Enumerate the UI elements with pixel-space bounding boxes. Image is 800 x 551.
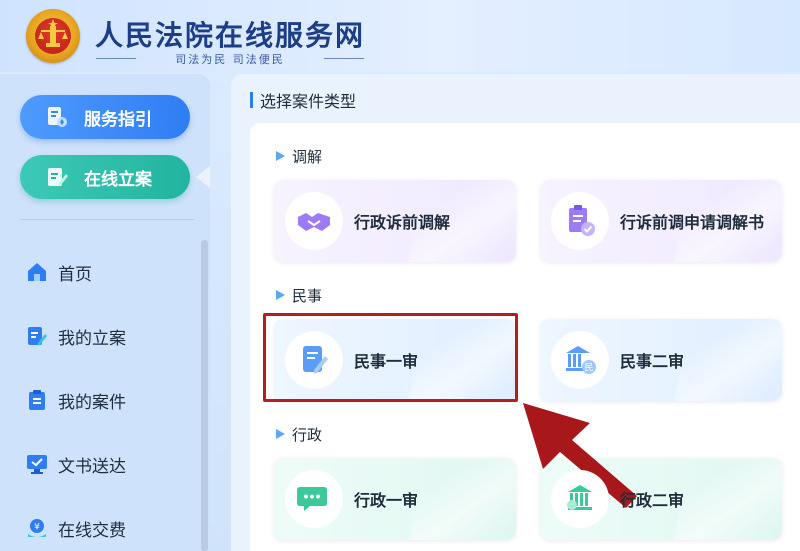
- service-guide-label: 服务指引: [84, 109, 152, 130]
- group-label-text: 调解: [292, 147, 323, 166]
- active-menu-pointer: [196, 166, 210, 188]
- service-guide-button[interactable]: 服务指引: [20, 95, 190, 139]
- clipboard-icon: [26, 389, 48, 411]
- document-check-icon: [551, 192, 609, 250]
- sidebar-item-label: 文书送达: [58, 456, 126, 477]
- page-title: 选择案件类型: [250, 90, 356, 111]
- card-administrative-pre-litigation-mediation[interactable]: 行政诉前调解: [274, 180, 516, 262]
- svg-text:¥: ¥: [34, 523, 40, 533]
- sidebar-item-label: 在线交费: [58, 520, 126, 541]
- group-label-mediation: 调解: [276, 146, 322, 166]
- court-emblem-icon: [26, 9, 80, 63]
- sidebar-item-my-cases[interactable]: 我的案件: [26, 385, 126, 415]
- card-label: 行政诉前调解: [354, 213, 451, 232]
- card-civil-second-instance[interactable]: 民 民事二审: [540, 319, 782, 401]
- sidebar-divider: [20, 219, 194, 220]
- caret-right-icon: [276, 290, 285, 300]
- caret-right-icon: [276, 429, 285, 439]
- group-label-civil: 民事: [276, 285, 322, 305]
- online-filing-button[interactable]: 在线立案: [20, 155, 190, 199]
- sidebar-item-label: 我的案件: [58, 392, 126, 413]
- edit-file-icon: [26, 325, 48, 347]
- monitor-icon: [26, 453, 48, 475]
- card-label: 行政一审: [354, 491, 419, 510]
- caret-right-icon: [276, 151, 285, 161]
- sidebar-item-label: 首页: [58, 264, 92, 285]
- payment-icon: ¥: [26, 517, 48, 539]
- sidebar-item-label: 我的立案: [58, 328, 126, 349]
- group-label-text: 行政: [292, 425, 323, 444]
- courthouse-icon: 民: [551, 331, 609, 389]
- card-mediation-document-application[interactable]: 行诉前调申请调解书: [540, 180, 782, 262]
- sidebar-item-document-delivery[interactable]: 文书送达: [26, 449, 126, 479]
- card-label: 行诉前调申请调解书: [620, 213, 765, 232]
- site-slogan: 司法为民 司法便民: [96, 51, 364, 67]
- sidebar-item-my-filings[interactable]: 我的立案: [26, 321, 126, 351]
- handshake-icon: [285, 192, 343, 250]
- sidebar-item-online-payment[interactable]: ¥ 在线交费: [26, 513, 126, 543]
- sidebar-item-home[interactable]: 首页: [26, 257, 92, 287]
- site-header: 人民法院在线服务网 司法为民 司法便民: [0, 0, 800, 72]
- card-civil-first-instance[interactable]: 民事一审: [274, 319, 516, 401]
- chat-bubble-icon: [285, 470, 343, 528]
- site-title: 人民法院在线服务网: [95, 19, 366, 52]
- courthouse-icon: [551, 470, 609, 528]
- sidebar-scrollbar[interactable]: [201, 240, 208, 551]
- online-filing-label: 在线立案: [84, 169, 152, 190]
- card-label: 行政二审: [620, 491, 685, 510]
- group-label-administrative: 行政: [276, 424, 322, 444]
- sidebar: 服务指引 在线立案 首页 我的立案 我的案件 文书送达 ¥ 在线交费: [0, 74, 210, 551]
- card-label: 民事二审: [620, 352, 685, 371]
- edit-file-icon: [44, 164, 70, 190]
- card-administrative-first-instance[interactable]: 行政一审: [274, 458, 516, 540]
- card-administrative-second-instance[interactable]: 行政二审: [540, 458, 782, 540]
- svg-text:民: 民: [584, 363, 593, 374]
- group-label-text: 民事: [292, 286, 323, 305]
- document-edit-icon: [285, 331, 343, 389]
- service-guide-icon: [44, 104, 70, 130]
- card-label: 民事一审: [354, 352, 419, 371]
- home-icon: [26, 261, 48, 283]
